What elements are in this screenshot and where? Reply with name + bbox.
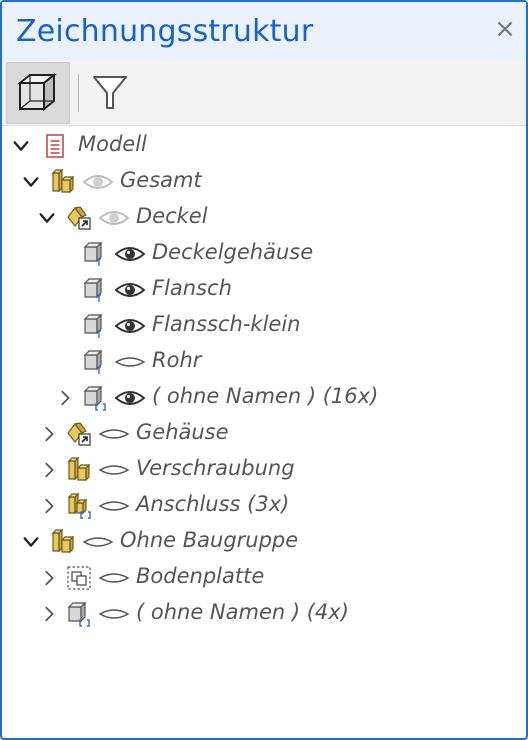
filter-icon: [93, 76, 127, 109]
tree-node[interactable]: Modell: [2, 128, 526, 164]
part-icon: [82, 349, 108, 375]
visibility-eye-closed-icon[interactable]: [99, 425, 129, 443]
tree-node[interactable]: ( ohne Namen ) (4x): [2, 596, 526, 632]
tree-node[interactable]: Ohne Baugruppe: [2, 524, 526, 560]
chevron-right-icon[interactable]: [39, 566, 59, 590]
visibility-eye-icon[interactable]: [115, 281, 145, 299]
tree-node-label: ( ohne Namen ) (16x): [152, 384, 379, 408]
part-group-icon: [66, 601, 92, 627]
assembly-icon: [50, 529, 76, 555]
panel-titlebar: Zeichnungsstruktur ×: [2, 2, 526, 60]
chevron-right-icon[interactable]: [39, 422, 59, 446]
panel-title: Zeichnungsstruktur: [16, 14, 314, 49]
assembly-icon: [66, 457, 92, 483]
chevron-down-icon[interactable]: [21, 530, 41, 554]
model-view-icon: [17, 73, 57, 112]
close-icon[interactable]: ×: [492, 16, 518, 42]
assembly-group-icon: [66, 493, 92, 519]
chevron-right-icon[interactable]: [39, 494, 59, 518]
visibility-eye-closed-icon[interactable]: [115, 353, 145, 371]
tree-node-label: Modell: [78, 132, 147, 156]
drawing-structure-panel: Zeichnungsstruktur × Modell Gesamt Decke…: [0, 0, 528, 740]
tree-node-label: Gehäuse: [136, 420, 229, 444]
chevron-down-icon[interactable]: [21, 170, 41, 194]
panel-toolbar: [2, 60, 526, 126]
tree-node[interactable]: Verschraubung: [2, 452, 526, 488]
tree-node[interactable]: Flansch: [2, 272, 526, 308]
model-view-button[interactable]: [6, 62, 70, 124]
tree-node[interactable]: Deckel: [2, 200, 526, 236]
document-icon: [42, 133, 68, 159]
visibility-eye-icon[interactable]: [115, 317, 145, 335]
tree-node-label: Ohne Baugruppe: [120, 528, 299, 552]
visibility-eye-icon[interactable]: [99, 209, 129, 227]
part-icon: [82, 277, 108, 303]
chevron-right-icon[interactable]: [39, 602, 59, 626]
visibility-eye-closed-icon[interactable]: [99, 605, 129, 623]
part-icon: [82, 241, 108, 267]
tree-node[interactable]: ( ohne Namen ) (16x): [2, 380, 526, 416]
assembly-icon: [50, 169, 76, 195]
tree-node[interactable]: Deckelgehäuse: [2, 236, 526, 272]
filter-button[interactable]: [78, 62, 142, 124]
tree-node-label: ( ohne Namen ) (4x): [136, 600, 349, 624]
assembly-link-icon: [66, 421, 92, 447]
tree-node-label: Rohr: [152, 348, 202, 372]
chevron-right-icon[interactable]: [55, 386, 75, 410]
visibility-eye-closed-icon[interactable]: [83, 533, 113, 551]
chevron-right-icon[interactable]: [39, 458, 59, 482]
tree-node-label: Anschluss (3x): [136, 492, 290, 516]
visibility-eye-icon[interactable]: [115, 389, 145, 407]
tree-node-label: Verschraubung: [136, 456, 295, 480]
tree-node-label: Deckelgehäuse: [152, 240, 314, 264]
tree-node-label: Flansch: [152, 276, 232, 300]
tree-node-label: Gesamt: [120, 168, 202, 192]
part-group-icon: [82, 385, 108, 411]
chevron-down-icon[interactable]: [11, 134, 31, 158]
tree-node[interactable]: Rohr: [2, 344, 526, 380]
tree-node[interactable]: Bodenplatte: [2, 560, 526, 596]
tree-node[interactable]: Flanssch-klein: [2, 308, 526, 344]
tree-node[interactable]: Anschluss (3x): [2, 488, 526, 524]
visibility-eye-icon[interactable]: [115, 245, 145, 263]
part-icon: [82, 313, 108, 339]
visibility-eye-closed-icon[interactable]: [99, 461, 129, 479]
placeholder-part-icon: [66, 565, 92, 591]
visibility-eye-icon[interactable]: [83, 173, 113, 191]
tree-node-label: Bodenplatte: [136, 564, 265, 588]
chevron-down-icon[interactable]: [37, 206, 57, 230]
visibility-eye-closed-icon[interactable]: [99, 569, 129, 587]
tree-node-label: Flanssch-klein: [152, 312, 301, 336]
visibility-eye-closed-icon[interactable]: [99, 497, 129, 515]
tree-node-label: Deckel: [136, 204, 208, 228]
assembly-link-icon: [66, 205, 92, 231]
tree-node[interactable]: Gesamt: [2, 164, 526, 200]
tree-node[interactable]: Gehäuse: [2, 416, 526, 452]
